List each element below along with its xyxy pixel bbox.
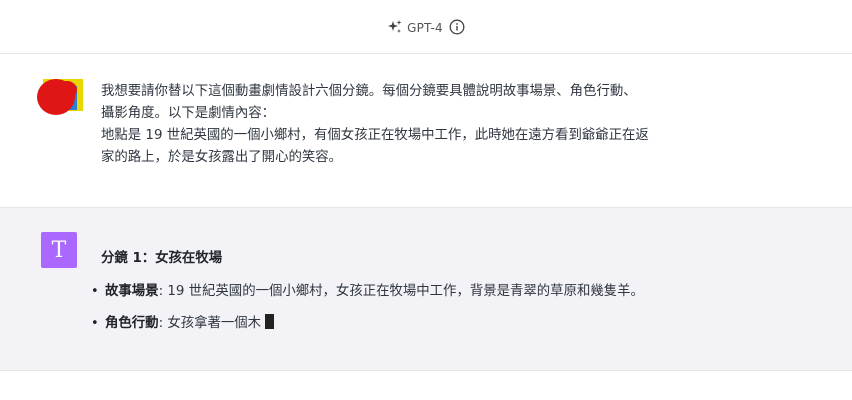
assistant-avatar-letter: T xyxy=(51,237,67,263)
user-message-line: 攝影角度。以下是劇情內容： xyxy=(101,106,276,121)
user-message-line: 我想要請你替以下這個動畫劇情設計六個分鏡。每個分鏡要具體說明故事場景、角色行動、 xyxy=(101,84,637,99)
bullet-key: 故事場景 xyxy=(105,284,159,299)
bullet-key: 角色行動 xyxy=(105,316,159,331)
user-message-line: 家的路上，於是女孩露出了開心的笑容。 xyxy=(101,150,343,165)
assistant-message-row: T 分鏡 1：女孩在牧場 • 故事場景: 19 世紀英國的一個小鄉村，女孩正在牧… xyxy=(0,208,852,371)
bullet-dot-icon: • xyxy=(91,284,99,299)
scene-bullet-list: • 故事場景: 19 世紀英國的一個小鄉村，女孩正在牧場中工作，背景是青翠的草原… xyxy=(91,281,801,335)
sparkle-icon xyxy=(388,19,402,33)
typing-cursor-icon xyxy=(265,314,275,329)
list-item: • 故事場景: 19 世紀英國的一個小鄉村，女孩正在牧場中工作，背景是青翠的草原… xyxy=(91,281,801,303)
user-message-row: 我想要請你替以下這個動畫劇情設計六個分鏡。每個分鏡要具體說明故事場景、角色行動、… xyxy=(0,54,852,208)
chat-page: GPT-4 我想要請你替以下這個動畫劇情設計六個分鏡。每個分鏡要具體說明故事場景… xyxy=(0,0,852,400)
user-message-line: 地點是 19 世紀英國的一個小鄉村，有個女孩正在牧場中工作，此時她在遠方看到爺爺… xyxy=(101,128,649,143)
bullet-dot-icon: • xyxy=(91,316,99,331)
model-name: GPT-4 xyxy=(407,20,443,35)
user-avatar xyxy=(37,79,83,115)
list-item: • 角色行動: 女孩拿著一個木 xyxy=(91,313,801,335)
bullet-text: 19 世紀英國的一個小鄉村，女孩正在牧場中工作，背景是青翠的草原和幾隻羊。 xyxy=(167,284,644,299)
assistant-message-body: 分鏡 1：女孩在牧場 • 故事場景: 19 世紀英國的一個小鄉村，女孩正在牧場中… xyxy=(91,248,801,345)
model-header: GPT-4 xyxy=(0,0,852,54)
info-icon[interactable] xyxy=(449,19,465,35)
scene-heading: 分鏡 1：女孩在牧場 xyxy=(101,251,223,266)
bullet-text: 女孩拿著一個木 xyxy=(167,316,262,331)
user-message-text: 我想要請你替以下這個動畫劇情設計六個分鏡。每個分鏡要具體說明故事場景、角色行動、… xyxy=(101,81,761,169)
assistant-avatar: T xyxy=(41,232,77,268)
